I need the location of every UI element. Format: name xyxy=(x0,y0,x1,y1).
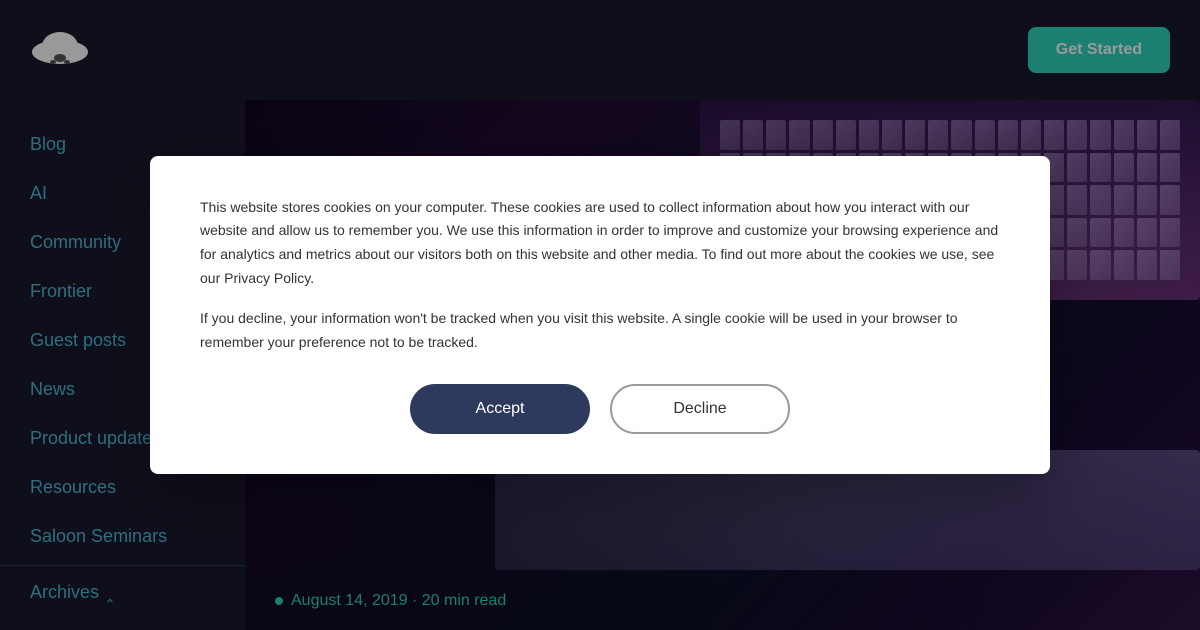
cookie-buttons: Accept Decline xyxy=(200,384,1000,434)
decline-button[interactable]: Decline xyxy=(610,384,790,434)
cookie-modal: This website stores cookies on your comp… xyxy=(150,156,1050,475)
cookie-text-secondary: If you decline, your information won't b… xyxy=(200,307,1000,355)
cookie-text-primary: This website stores cookies on your comp… xyxy=(200,196,1000,291)
accept-button[interactable]: Accept xyxy=(410,384,590,434)
cookie-overlay: This website stores cookies on your comp… xyxy=(0,0,1200,630)
